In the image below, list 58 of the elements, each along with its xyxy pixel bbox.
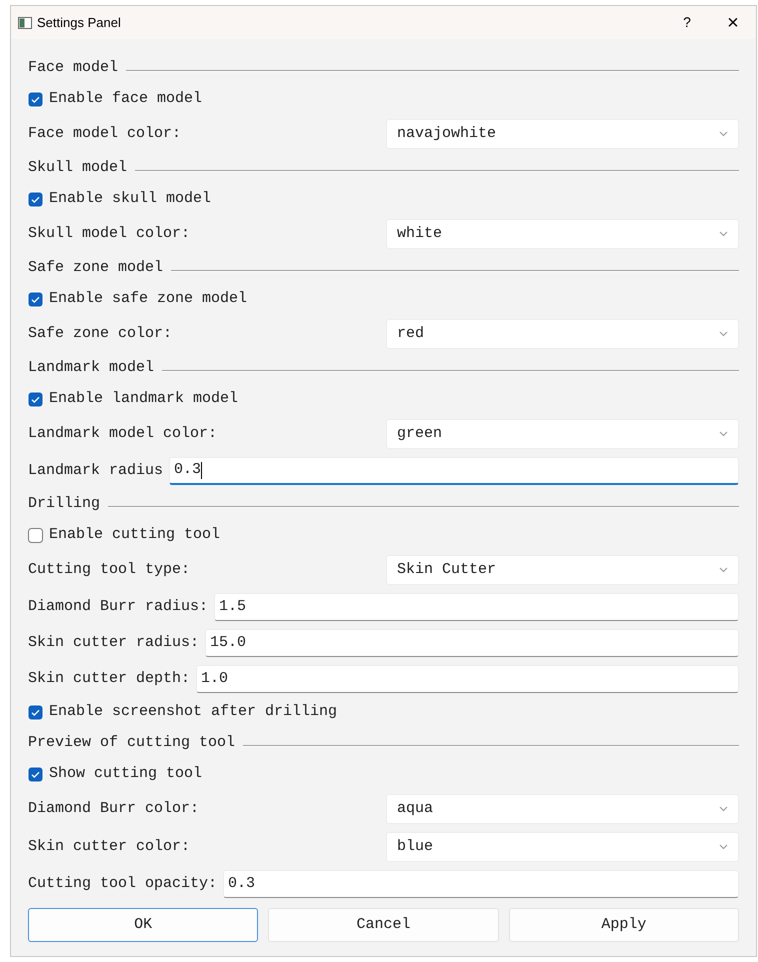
checkbox-label: Enable landmark model	[49, 389, 238, 410]
field-label: Cutting tool type:	[28, 560, 192, 580]
chevron-down-icon	[719, 431, 728, 437]
app-icon	[18, 16, 32, 28]
checkbox-label: Enable screenshot after drilling	[49, 702, 338, 722]
field-label: Diamond Burr color:	[28, 798, 200, 819]
chevron-down-icon	[719, 806, 728, 812]
checkbox[interactable]	[28, 92, 43, 107]
field-label: Landmark radius	[28, 460, 164, 481]
group-title: Face model	[28, 58, 118, 78]
group-title: Drilling	[28, 494, 100, 514]
checkbox-label: Enable face model	[49, 89, 202, 110]
dropdown[interactable]: Skin Cutter	[386, 555, 739, 585]
chevron-down-icon	[719, 844, 728, 850]
dropdown[interactable]: navajowhite	[386, 119, 739, 149]
field-label: Skin cutter color:	[28, 836, 192, 857]
chevron-down-icon	[719, 231, 728, 237]
dialog-button[interactable]: Apply	[508, 908, 739, 942]
checkbox[interactable]	[28, 767, 43, 782]
dialog-button[interactable]: Cancel	[268, 908, 499, 942]
field-label: Skin cutter radius:	[28, 632, 200, 653]
help-button[interactable]: ?	[664, 6, 710, 39]
chevron-down-icon	[719, 567, 728, 573]
input-field[interactable]: 1.5	[214, 593, 739, 621]
dropdown[interactable]: aqua	[386, 794, 739, 824]
dropdown[interactable]: green	[386, 419, 739, 449]
checkbox[interactable]	[28, 392, 43, 407]
checkbox[interactable]	[28, 192, 43, 207]
chevron-down-icon	[719, 331, 728, 337]
input-field[interactable]: 0.3	[223, 870, 739, 898]
checkbox-label: Enable safe zone model	[49, 289, 248, 310]
close-button[interactable]: ×	[710, 6, 756, 39]
group-title: Skull model	[28, 158, 128, 178]
checkbox-label: Enable skull model	[49, 189, 212, 210]
field-label: Safe zone color:	[28, 324, 174, 344]
field-label: Skull model color:	[28, 224, 192, 244]
group-title: Landmark model	[28, 358, 154, 378]
window-title: Settings Panel	[37, 14, 121, 32]
field-label: Diamond Burr radius:	[28, 596, 208, 617]
group-title: Preview of cutting tool	[28, 733, 236, 754]
field-label: Skin cutter depth:	[28, 668, 190, 689]
checkbox[interactable]	[28, 292, 43, 307]
dropdown[interactable]: white	[386, 219, 739, 249]
dropdown[interactable]: blue	[386, 832, 739, 862]
dropdown[interactable]: red	[386, 319, 739, 349]
field-label: Landmark model color:	[28, 424, 218, 444]
checkbox[interactable]	[28, 528, 43, 543]
group-title: Safe zone model	[28, 258, 164, 278]
checkbox-label: Enable cutting tool	[49, 525, 220, 546]
input-field[interactable]: 1.0	[196, 665, 739, 693]
field-label: Face model color:	[28, 124, 182, 144]
checkbox-label: Show cutting tool	[49, 764, 202, 784]
checkbox[interactable]	[28, 705, 43, 720]
input-field[interactable]: 15.0	[205, 629, 739, 657]
chevron-down-icon	[719, 131, 728, 137]
dialog-button[interactable]: OK	[28, 908, 258, 942]
input-field[interactable]: 0.3	[169, 457, 739, 485]
field-label: Cutting tool opacity:	[28, 874, 218, 894]
